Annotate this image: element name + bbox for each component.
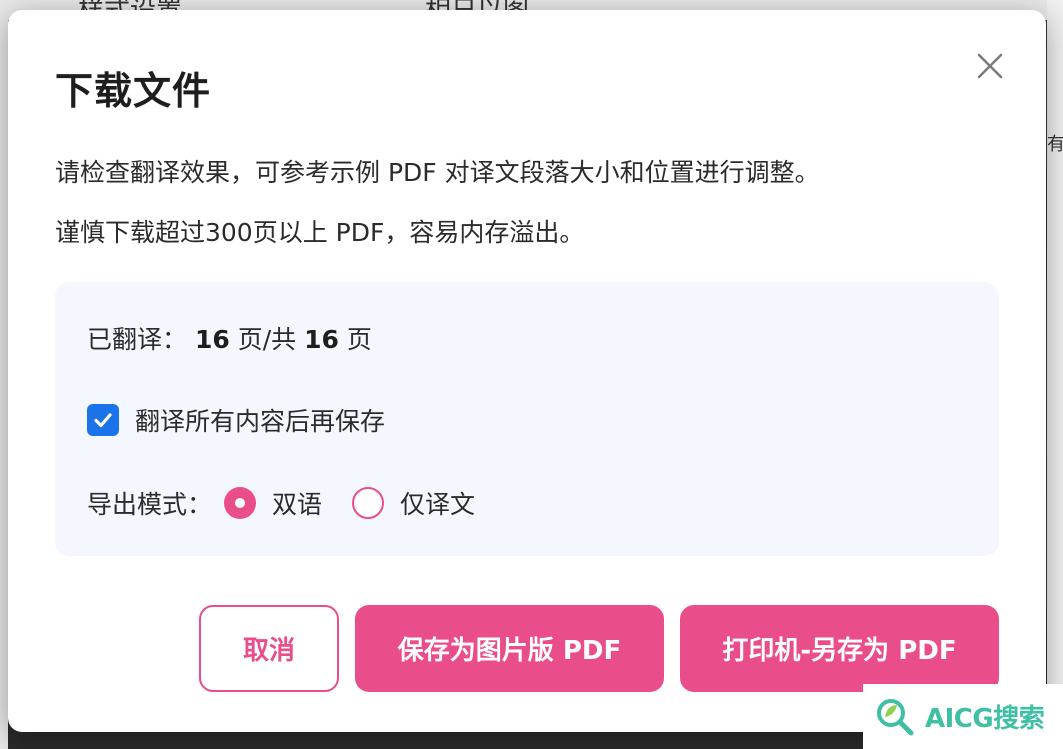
aicg-watermark: AICG搜索 [863, 684, 1063, 749]
checkmark-icon [94, 413, 112, 428]
magnifier-leaf-icon [877, 698, 914, 735]
dialog-title: 下载文件 [55, 69, 212, 113]
progress-unit-done: 页/共 [237, 325, 297, 354]
cancel-button[interactable]: 取消 [199, 605, 339, 692]
progress-done: 16 [194, 325, 230, 354]
export-mode-bilingual[interactable]: 双语 [224, 485, 322, 521]
progress-label: 已翻译： [87, 325, 188, 354]
background-right-text: 有 [1047, 134, 1063, 155]
close-icon [977, 53, 1003, 79]
print-save-pdf-button[interactable]: 打印机-另存为 PDF [680, 605, 999, 692]
watermark-text: AICG搜索 [925, 704, 1045, 734]
export-mode-translation-only[interactable]: 仅译文 [352, 485, 475, 521]
radio-bilingual-label: 双语 [272, 490, 323, 519]
options-panel: 已翻译： 16 页/共 16 页 翻译所有内容后再保存 导出模式： 双语 仅译文 [55, 282, 999, 556]
radio-translation-only[interactable] [352, 487, 385, 519]
translate-all-checkbox[interactable] [87, 404, 119, 436]
translation-progress: 已翻译： 16 页/共 16 页 [87, 320, 372, 356]
translate-all-option[interactable]: 翻译所有内容后再保存 [87, 402, 385, 438]
export-mode-group: 导出模式： 双语 仅译文 [87, 485, 505, 521]
save-image-pdf-button[interactable]: 保存为图片版 PDF [355, 605, 664, 692]
radio-translation-only-label: 仅译文 [400, 490, 476, 519]
download-file-dialog: 下载文件 请检查翻译效果，可参考示例 PDF 对译文段落大小和位置进行调整。 谨… [8, 10, 1046, 732]
radio-bilingual[interactable] [224, 487, 257, 519]
dialog-warning: 谨慎下载超过300页以上 PDF，容易内存溢出。 [55, 218, 585, 247]
background-left-strip [0, 0, 8, 749]
dialog-description: 请检查翻译效果，可参考示例 PDF 对译文段落大小和位置进行调整。 [55, 158, 820, 187]
close-button[interactable] [973, 49, 1007, 83]
translate-all-label: 翻译所有内容后再保存 [135, 407, 386, 436]
progress-unit-total: 页 [346, 325, 372, 354]
background-right-strip: 有 [1047, 0, 1063, 749]
export-mode-label: 导出模式： [87, 490, 213, 519]
progress-total: 16 [304, 325, 339, 354]
